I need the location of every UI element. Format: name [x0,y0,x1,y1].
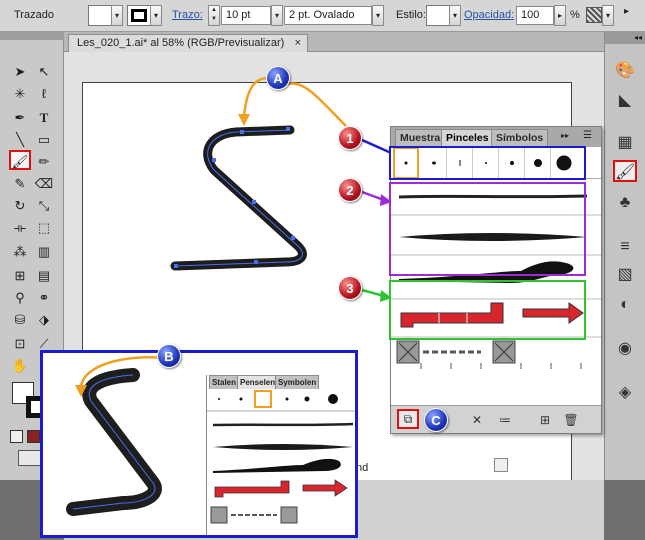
inset-tab-brushes: Penselen [237,375,279,389]
anchor-points[interactable] [174,127,295,268]
inset-detail: Stalen Penselen Symbolen [40,350,358,538]
tab-symbols[interactable]: Símbolos [491,129,549,147]
brush-libraries-menu-icon[interactable]: ⧉ [397,409,419,429]
inset-brush-stroke [66,368,162,516]
inset-tab-symbols: Symbolen [275,375,320,389]
marker-b: B [157,344,181,368]
art-pattern-brushes-highlight [389,280,586,340]
layers-panel-icon[interactable]: ◈ [613,382,637,404]
color-panel-icon[interactable]: 🎨 [613,60,637,82]
inset-brushes-panel: Stalen Penselen Symbolen [206,375,355,535]
remove-brush-stroke-icon[interactable]: ✕ [469,412,485,428]
brushes-panel-footer: ⧉ ✕ ≔ ⊞ 🗑 [391,405,601,433]
new-brush-icon[interactable]: ⊞ [537,412,553,428]
brush-stroke-path[interactable] [170,125,307,271]
arrow-a-to-panel [287,82,347,127]
inset-tab-swatches: Stalen [209,375,240,389]
gradient-panel-icon[interactable]: ▧ [613,264,637,286]
marker-2: 2 [338,178,362,202]
symbols-panel-icon[interactable]: ♣ [613,192,637,214]
inset-brush-previews [207,390,355,524]
transparency-panel-icon[interactable]: ◐ [613,294,637,316]
panel-options-icon[interactable]: ☰ [583,130,592,141]
scatter-bristle-brushes-highlight [389,182,586,276]
panel-collapse-icon[interactable]: ▸▸ [561,131,569,140]
marker-3: 3 [338,276,362,300]
stroke-panel-icon[interactable]: ≡ [613,236,637,258]
calligraphic-brushes-highlight [389,146,586,180]
right-dock: ◂◂ 🎨 ◣ ▦ 🖌 ♣ ≡ ▧ ◐ ◉ ◈ [604,32,645,480]
delete-brush-icon[interactable]: 🗑 [563,412,579,428]
color-guide-icon[interactable]: ◣ [613,90,637,112]
marker-a: A [266,66,290,90]
swatches-panel-icon[interactable]: ▦ [613,132,637,154]
scroll-thumb[interactable] [494,458,508,472]
appearance-panel-icon[interactable]: ◉ [613,338,637,360]
brushes-panel-tabs: Muestras Pinceles Símbolos ▸▸ ☰ [391,127,601,147]
dock-collapse-icon[interactable]: ◂◂ [605,32,645,44]
brush-options-icon[interactable]: ≔ [497,412,513,428]
brushes-panel-icon[interactable]: 🖌 [613,160,637,182]
tab-brushes[interactable]: Pinceles [441,129,494,147]
arrow-a-to-stroke [242,76,269,117]
marker-1: 1 [338,126,362,150]
marker-c: C [424,408,448,432]
